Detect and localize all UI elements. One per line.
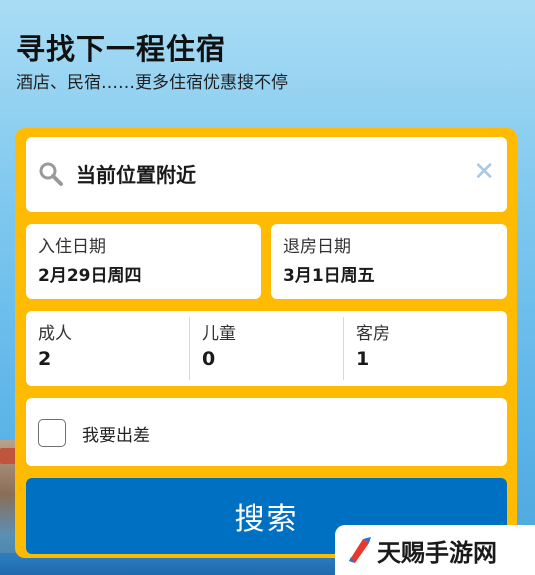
- checkout-date-field[interactable]: 退房日期 3月1日周五: [271, 224, 507, 299]
- guests-field: 成人 2 儿童 0 客房 1: [26, 311, 507, 386]
- rooms-label: 客房: [356, 324, 390, 344]
- checkout-value: 3月1日周五: [283, 266, 375, 286]
- adults-value: 2: [38, 348, 52, 370]
- search-icon: [39, 162, 63, 186]
- business-trip-label: 我要出差: [82, 426, 150, 446]
- children-selector[interactable]: 儿童 0: [189, 317, 343, 380]
- children-label: 儿童: [202, 324, 236, 344]
- location-field[interactable]: 当前位置附近 ✕: [26, 137, 507, 212]
- checkin-label: 入住日期: [38, 237, 106, 257]
- rooms-value: 1: [356, 348, 370, 370]
- checkin-date-field[interactable]: 入住日期 2月29日周四: [26, 224, 261, 299]
- business-trip-checkbox[interactable]: [38, 419, 66, 447]
- watermark: 天赐手游网: [335, 525, 535, 575]
- adults-label: 成人: [38, 324, 72, 344]
- adults-selector[interactable]: 成人 2: [26, 311, 189, 386]
- watermark-logo-icon: [349, 537, 371, 563]
- checkout-label: 退房日期: [283, 237, 351, 257]
- business-trip-row[interactable]: 我要出差: [26, 398, 507, 466]
- checkin-value: 2月29日周四: [38, 266, 142, 286]
- watermark-text: 天赐手游网: [377, 538, 497, 567]
- close-icon[interactable]: ✕: [473, 159, 495, 185]
- children-value: 0: [202, 348, 216, 370]
- location-value: 当前位置附近: [76, 163, 196, 187]
- rooms-selector[interactable]: 客房 1: [343, 317, 507, 380]
- page-subtitle: 酒店、民宿……更多住宿优惠搜不停: [16, 73, 288, 93]
- page-title: 寻找下一程住宿: [16, 32, 227, 66]
